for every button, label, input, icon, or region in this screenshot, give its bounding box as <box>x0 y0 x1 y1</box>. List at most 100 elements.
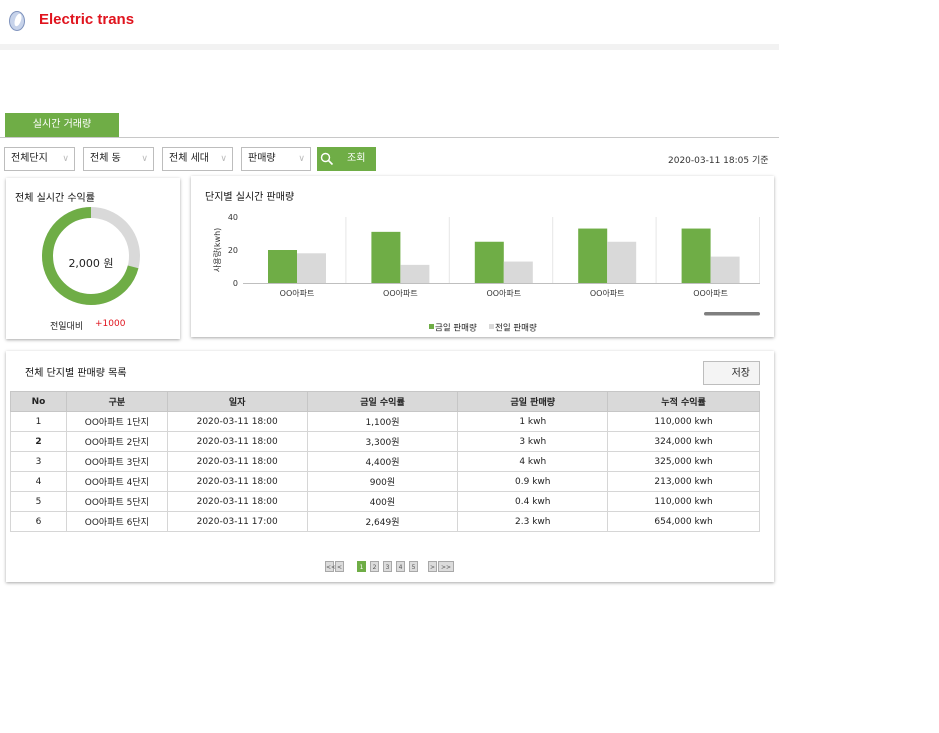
metric-select[interactable]: 판매량 ∨ <box>241 147 311 171</box>
x-tick-label: OO아파트 <box>280 288 315 298</box>
cell-today-revenue: 4,400원 <box>306 451 459 472</box>
cell-no: 4 <box>10 471 67 492</box>
page-button-4[interactable]: 4 <box>396 561 405 572</box>
table-row[interactable]: 6 OO아파트 6단지 2020-03-11 17:00 2,649원 2.3 … <box>10 511 760 532</box>
y-tick-label: 20 <box>228 246 238 255</box>
cell-date: 2020-03-11 18:00 <box>166 431 308 452</box>
sales-list-title: 전체 단지별 판매량 목록 <box>25 368 127 379</box>
compare-value: +1000 <box>95 319 126 329</box>
cell-today-revenue: 400원 <box>306 491 459 512</box>
bar-today <box>268 250 297 283</box>
revenue-value: 2,000 원 <box>68 257 114 270</box>
cell-cumulative: 654,000 kwh <box>607 511 760 532</box>
tab-realtime-trade[interactable]: 실시간 거래량 <box>5 113 119 137</box>
building-select[interactable]: 전체 동 ∨ <box>83 147 154 171</box>
column-header[interactable]: 누적 수익률 <box>607 391 760 412</box>
x-tick-label: OO아파트 <box>693 288 728 298</box>
cell-no: 3 <box>10 451 67 472</box>
cell-category: OO아파트 5단지 <box>65 491 168 512</box>
table-row[interactable]: 1 OO아파트 1단지 2020-03-11 18:00 1,100원 1 kw… <box>10 411 760 432</box>
column-header[interactable]: No <box>10 391 67 412</box>
y-tick-label: 40 <box>228 213 238 222</box>
cell-today-revenue: 2,649원 <box>306 511 459 532</box>
chevron-down-icon: ∨ <box>62 154 69 164</box>
cell-today-sales: 2.3 kwh <box>457 511 609 532</box>
x-tick-label: OO아파트 <box>383 288 418 298</box>
household-select[interactable]: 전체 세대 ∨ <box>162 147 233 171</box>
page-next-button[interactable]: > <box>428 561 437 572</box>
bar-yesterday <box>710 256 740 283</box>
cell-cumulative: 110,000 kwh <box>607 411 760 432</box>
complex-select[interactable]: 전체단지 ∨ <box>4 147 75 171</box>
table-row[interactable]: 3 OO아파트 3단지 2020-03-11 18:00 4,400원 4 kw… <box>10 451 760 472</box>
page-button-3[interactable]: 3 <box>383 561 392 572</box>
logo-icon <box>9 11 25 31</box>
column-header[interactable]: 구분 <box>65 391 168 412</box>
search-button-label: 조회 <box>347 153 366 164</box>
cell-today-sales: 0.4 kwh <box>457 491 609 512</box>
complex-select-value: 전체단지 <box>11 153 48 164</box>
page-button-1[interactable]: 1 <box>357 561 366 572</box>
bar-today <box>681 228 711 283</box>
x-tick-label: OO아파트 <box>590 288 625 298</box>
cell-date: 2020-03-11 18:00 <box>166 491 308 512</box>
chevron-down-icon: ∨ <box>141 154 148 164</box>
bar-today <box>371 231 401 283</box>
page-button-2[interactable]: 2 <box>370 561 379 572</box>
cell-category: OO아파트 6단지 <box>65 511 168 532</box>
metric-select-value: 판매량 <box>248 153 276 164</box>
revenue-card: 전체 실시간 수익률 2,000 원 전일대비 +1000 <box>6 178 180 339</box>
bar-yesterday <box>400 264 430 283</box>
cell-category: OO아파트 1단지 <box>65 411 168 432</box>
cell-no: 5 <box>10 491 67 512</box>
bar-today <box>578 228 608 283</box>
legend-label: 금일 판매량 <box>435 323 477 334</box>
y-tick-label: 0 <box>233 279 238 288</box>
cell-today-sales: 3 kwh <box>457 431 609 452</box>
timestamp-label: 2020-03-11 18:05 기준 <box>668 156 769 166</box>
legend-swatch <box>489 324 494 329</box>
cell-cumulative: 110,000 kwh <box>607 491 760 512</box>
tab-divider <box>0 137 779 138</box>
cell-category: OO아파트 4단지 <box>65 471 168 492</box>
sales-table: No 구분 일자 금일 수익률 금일 판매량 누적 수익률 1 OO아파트 1단… <box>10 391 760 532</box>
x-tick-label: OO아파트 <box>486 288 521 298</box>
cell-today-revenue: 3,300원 <box>306 431 459 452</box>
cell-no: 1 <box>10 411 67 432</box>
cell-no: 6 <box>10 511 67 532</box>
sales-list-card: 전체 단지별 판매량 목록 저장 No 구분 일자 금일 수익률 금일 판매량 … <box>6 351 774 582</box>
page-first-button[interactable]: << <box>325 561 336 572</box>
app-header: Electric trans <box>0 0 779 44</box>
cell-today-sales: 0.9 kwh <box>457 471 609 492</box>
legend-swatch <box>429 324 434 329</box>
search-icon <box>320 152 334 166</box>
column-header[interactable]: 금일 판매량 <box>457 391 609 412</box>
legend-label: 전일 판매량 <box>495 323 537 334</box>
save-button[interactable]: 저장 <box>703 361 760 385</box>
y-axis-label: 사용량(kwh) <box>212 228 222 273</box>
sales-chart-card: 단지별 실시간 판매량 사용량(kwh) 0 20 40 OO아파트 OO아파트 OO아파트… <box>191 176 774 337</box>
page-prev-button[interactable]: < <box>335 561 344 572</box>
column-header[interactable]: 일자 <box>166 391 308 412</box>
compare-label: 전일대비 <box>50 322 84 332</box>
cell-date: 2020-03-11 18:00 <box>166 451 308 472</box>
cell-no: 2 <box>10 431 67 452</box>
bar-today <box>474 241 504 283</box>
page-last-button[interactable]: >> <box>438 561 454 572</box>
search-button[interactable]: 조회 <box>317 147 376 171</box>
bar-yesterday <box>607 241 637 283</box>
chevron-down-icon: ∨ <box>220 154 227 164</box>
cell-date: 2020-03-11 17:00 <box>166 511 308 532</box>
cell-today-sales: 1 kwh <box>457 411 609 432</box>
page-button-5[interactable]: 5 <box>409 561 418 572</box>
column-header[interactable]: 금일 수익률 <box>306 391 459 412</box>
brand-title[interactable]: Electric trans <box>39 11 134 28</box>
table-row[interactable]: 4 OO아파트 4단지 2020-03-11 18:00 900원 0.9 kw… <box>10 471 760 492</box>
cell-today-sales: 4 kwh <box>457 451 609 472</box>
table-header-row: No 구분 일자 금일 수익률 금일 판매량 누적 수익률 <box>10 391 760 412</box>
table-row[interactable]: 2 OO아파트 2단지 2020-03-11 18:00 3,300원 3 kw… <box>10 431 760 452</box>
household-select-value: 전체 세대 <box>169 153 209 164</box>
chevron-down-icon: ∨ <box>298 154 305 164</box>
table-row[interactable]: 5 OO아파트 5단지 2020-03-11 18:00 400원 0.4 kw… <box>10 491 760 512</box>
header-divider <box>0 44 779 50</box>
